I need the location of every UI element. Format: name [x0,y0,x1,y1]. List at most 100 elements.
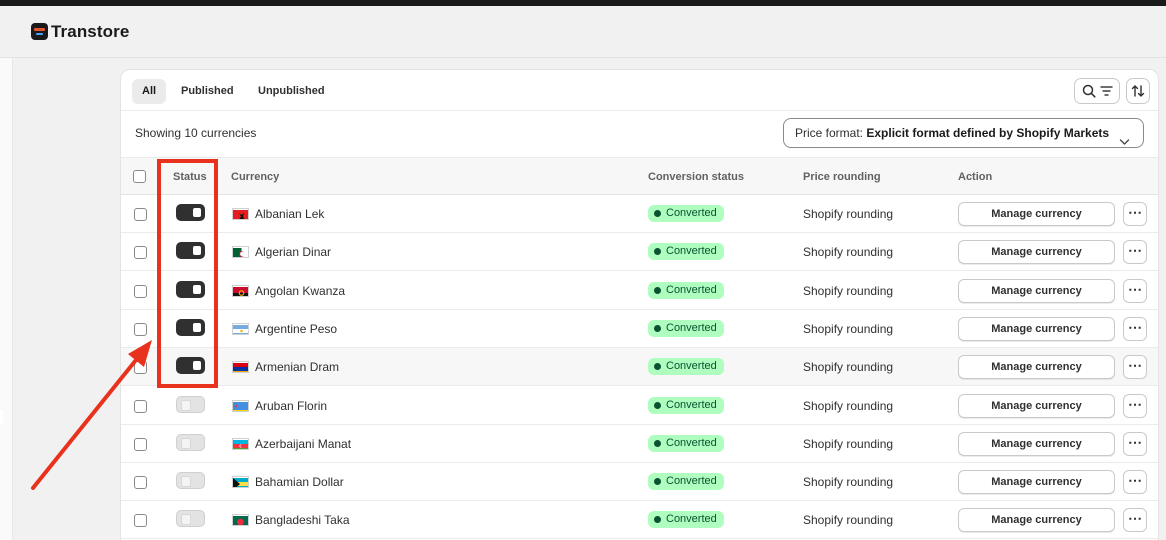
currency-name: Argentine Peso [255,321,338,336]
table-row[interactable]: Armenian Dram Converted Shopify rounding Ma… [121,348,1158,387]
table-row[interactable]: Bahamian Dollar Converted Shopify rounding… [121,463,1158,502]
currency-name: Angolan Kwanza [255,283,346,298]
table-row[interactable]: Angolan Kwanza Converted Shopify rounding M… [121,271,1158,310]
status-dot-icon [654,401,661,409]
ellipsis-icon: ⋯ [1128,433,1142,450]
table-row[interactable]: Albanian Lek Converted Shopify rounding Man… [121,195,1158,233]
select-all-checkbox[interactable] [133,170,146,183]
price-format-label: Price format: [795,126,864,140]
status-toggle[interactable] [176,395,205,413]
conversion-badge: Converted [648,358,724,376]
manage-currency-button[interactable]: Manage currency [958,508,1115,533]
manage-currency-button[interactable]: Manage currency [958,202,1115,226]
conversion-label: Converted [666,513,717,526]
row-checkbox[interactable] [134,208,147,221]
conversion-badge: Converted [648,243,724,261]
more-actions-button[interactable]: ⋯ [1123,355,1147,380]
azerbaijan-flag-icon [232,437,249,450]
conversion-label: Converted [666,436,717,449]
price-rounding: Shopify rounding [803,436,894,451]
sidebar-marker [0,410,3,424]
more-actions-button[interactable]: ⋯ [1123,240,1147,265]
header-price-rounding: Price rounding [803,171,881,183]
manage-currency-button[interactable]: Manage currency [958,240,1115,265]
conversion-label: Converted [666,283,717,296]
aruba-flag-icon [232,399,249,412]
currencies-card: All Published Unpublished Showing 10 cur… [120,69,1159,540]
sort-icon [1131,84,1145,98]
more-actions-button[interactable]: ⋯ [1123,508,1147,533]
ellipsis-icon: ⋯ [1128,510,1142,527]
conversion-badge: Converted [648,511,724,529]
more-actions-button[interactable]: ⋯ [1123,202,1147,226]
app-header: Transtore [0,6,1166,58]
ellipsis-icon: ⋯ [1128,204,1142,220]
row-checkbox[interactable] [134,476,147,490]
row-checkbox[interactable] [134,514,147,528]
more-actions-button[interactable]: ⋯ [1123,278,1147,303]
status-dot-icon [654,363,661,371]
more-actions-button[interactable]: ⋯ [1123,393,1147,418]
more-actions-button[interactable]: ⋯ [1123,316,1147,341]
table-row[interactable]: Bangladeshi Taka Converted Shopify roundin… [121,501,1158,540]
price-rounding: Shopify rounding [803,398,894,413]
header-conversion-status: Conversion status [648,171,744,183]
header-currency: Currency [231,171,280,183]
conversion-label: Converted [666,475,717,488]
sort-button[interactable] [1126,78,1150,104]
algeria-flag-icon [232,246,249,259]
more-actions-button[interactable]: ⋯ [1123,470,1147,495]
conversion-label: Converted [666,398,717,411]
tab-unpublished[interactable]: Unpublished [248,79,335,104]
row-checkbox[interactable] [134,361,147,375]
status-dot-icon [654,324,661,332]
manage-currency-button[interactable]: Manage currency [958,470,1115,495]
conversion-badge: Converted [648,396,724,414]
row-checkbox[interactable] [134,322,147,336]
conversion-label: Converted [666,245,717,258]
price-rounding: Shopify rounding [803,475,894,490]
price-rounding: Shopify rounding [803,321,894,336]
tab-published[interactable]: Published [171,79,244,104]
price-rounding: Shopify rounding [803,207,894,221]
tabs-bar: All Published Unpublished [121,70,1158,111]
row-checkbox[interactable] [134,246,147,260]
price-rounding: Shopify rounding [803,360,894,375]
price-format-select[interactable]: Price format: Explicit format defined by… [783,118,1144,148]
more-actions-button[interactable]: ⋯ [1123,431,1147,456]
currency-name: Azerbaijani Manat [255,436,352,451]
status-toggle[interactable] [176,510,205,528]
ellipsis-icon: ⋯ [1128,357,1142,374]
status-toggle[interactable] [176,433,205,451]
manage-currency-button[interactable]: Manage currency [958,355,1115,380]
albania-flag-icon [232,208,249,220]
table-row[interactable]: Azerbaijani Manat Converted Shopify roundi… [121,424,1158,463]
left-sidebar [0,58,13,540]
row-checkbox[interactable] [134,399,147,413]
manage-currency-button[interactable]: Manage currency [958,278,1115,303]
currency-name: Albanian Lek [255,207,325,221]
search-filter-button[interactable] [1074,78,1120,104]
row-checkbox[interactable] [134,284,147,298]
manage-currency-button[interactable]: Manage currency [958,393,1115,418]
tab-all[interactable]: All [132,79,167,104]
store-title: Transtore [51,21,130,41]
manage-currency-button[interactable]: Manage currency [958,431,1115,456]
table-row[interactable]: Algerian Dinar Converted Shopify rounding M… [121,233,1158,272]
showing-count: Showing 10 currencies [135,126,257,140]
table-row[interactable]: Argentine Peso Converted Shopify rounding M… [121,309,1158,348]
currency-name: Armenian Dram [255,360,340,375]
conversion-badge: Converted [648,319,724,337]
currency-name: Bangladeshi Taka [255,513,350,528]
price-rounding: Shopify rounding [803,513,894,528]
currency-name: Aruban Florin [255,398,328,413]
row-checkbox[interactable] [134,437,147,451]
status-toggle[interactable] [176,472,205,490]
conversion-badge: Converted [648,205,724,222]
conversion-label: Converted [666,207,717,219]
table-row[interactable]: Aruban Florin Converted Shopify rounding Ma… [121,386,1158,425]
currency-name: Algerian Dinar [255,245,332,260]
ellipsis-icon: ⋯ [1128,472,1142,489]
manage-currency-button[interactable]: Manage currency [958,316,1115,341]
status-dot-icon [654,210,661,217]
